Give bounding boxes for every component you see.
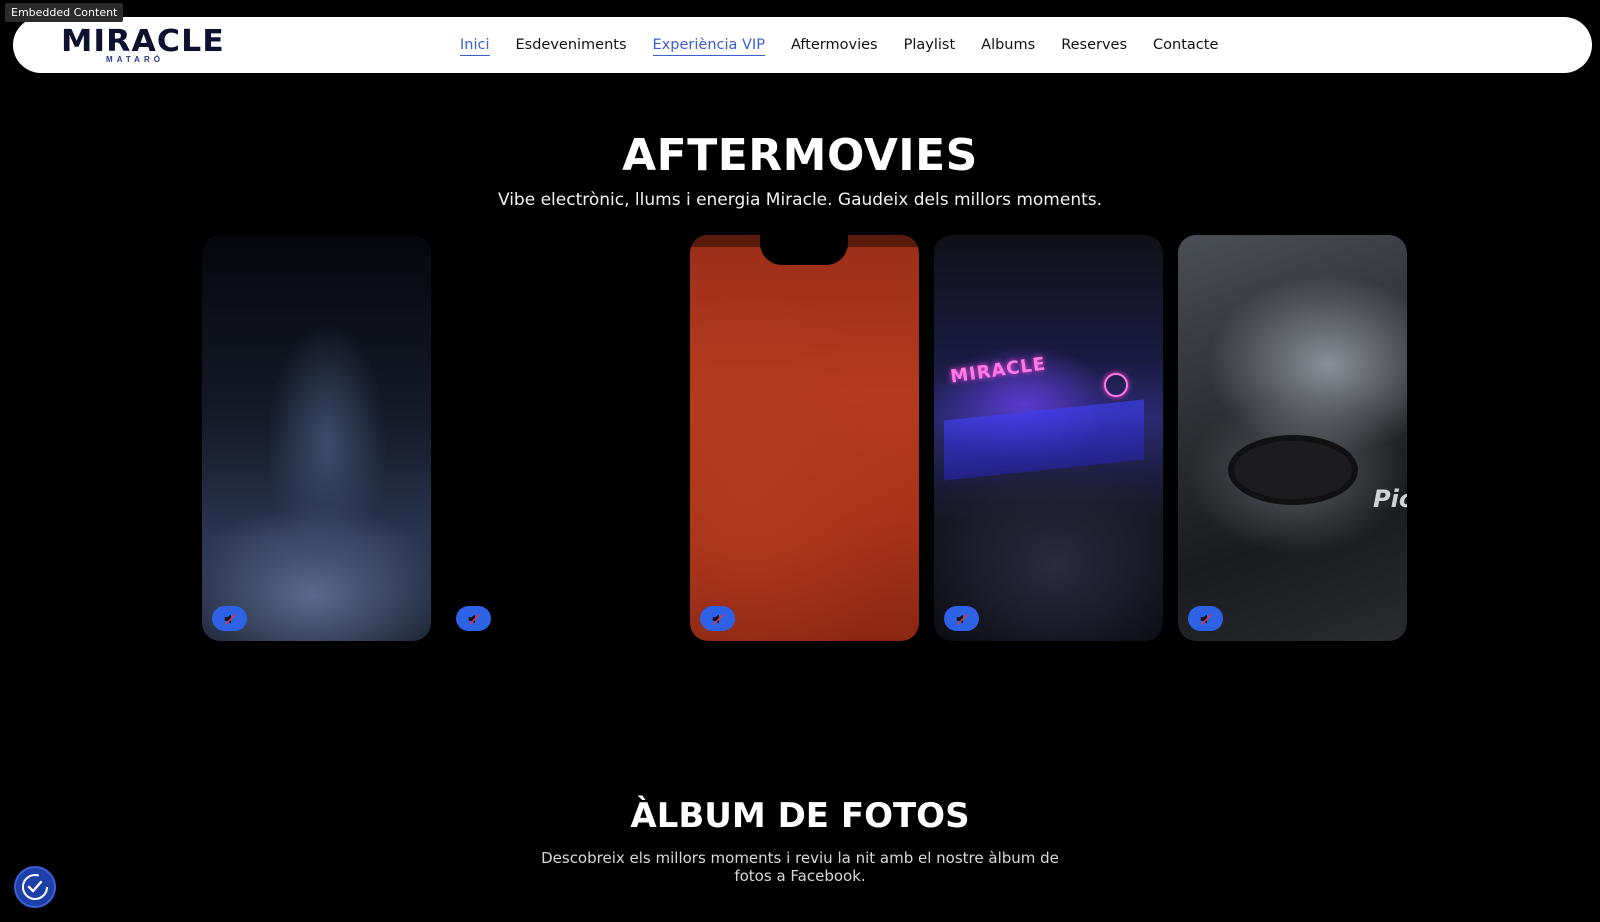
neon-logo-icon	[1104, 373, 1128, 397]
nav-item-esdeveniments: Esdeveniments	[516, 36, 627, 54]
nav-link-experiencia-vip[interactable]: Experiència VIP	[652, 37, 765, 56]
top-navbar: MIRACLE MATARÓ Inici Esdeveniments Exper…	[13, 17, 1592, 73]
album-subtitle: Descobreix els millors moments i reviu l…	[541, 849, 1059, 885]
nav-item-contacte: Contacte	[1153, 36, 1218, 54]
nav-item-inici: Inici	[460, 36, 490, 56]
aftermovie-video-3[interactable]	[690, 235, 919, 641]
nav-item-playlist: Playlist	[904, 36, 956, 54]
accessibility-button[interactable]	[14, 866, 56, 908]
mute-button[interactable]	[944, 606, 979, 631]
mute-button[interactable]	[456, 606, 491, 631]
aftermovie-video-4[interactable]: MIRACLE	[934, 235, 1163, 641]
speaker-muted-icon	[1200, 613, 1212, 625]
speaker-muted-icon	[712, 613, 724, 625]
aftermovies-subtitle: Vibe electrònic, llums i energia Miracle…	[497, 190, 1103, 210]
album-title: ÀLBUM DE FOTOS	[630, 796, 970, 836]
nav-link-contacte[interactable]: Contacte	[1153, 37, 1218, 55]
nav-link-playlist[interactable]: Playlist	[904, 37, 956, 55]
stage-lights	[944, 399, 1144, 481]
aftermovies-video-row: MIRACLE Pio	[202, 235, 1407, 641]
dj-deck	[1228, 435, 1358, 505]
nav-link-reserves[interactable]: Reserves	[1061, 37, 1127, 55]
nav-item-experiencia-vip: Experiència VIP	[652, 36, 765, 56]
logo-wordmark: MIRACLE	[61, 24, 225, 59]
mute-button[interactable]	[1188, 606, 1223, 631]
speaker-muted-icon	[468, 613, 480, 625]
aftermovie-video-1[interactable]	[202, 235, 431, 641]
nav-link-esdeveniments[interactable]: Esdeveniments	[516, 37, 627, 55]
mute-button[interactable]	[212, 606, 247, 631]
nav-item-aftermovies: Aftermovies	[791, 36, 878, 54]
nav-link-albums[interactable]: Albums	[981, 37, 1035, 55]
aftermovie-video-2[interactable]	[446, 235, 675, 641]
nav-link-inici[interactable]: Inici	[460, 37, 490, 56]
speaker-muted-icon	[224, 613, 236, 625]
embedded-content-tag: Embedded Content	[5, 3, 124, 22]
nav-item-reserves: Reserves	[1061, 36, 1127, 54]
phone-notch	[760, 235, 848, 265]
logo[interactable]: MIRACLE MATARÓ	[61, 27, 224, 65]
nav-item-albums: Albums	[981, 36, 1035, 54]
aftermovie-video-5[interactable]: Pio	[1178, 235, 1407, 641]
mute-button[interactable]	[700, 606, 735, 631]
accessibility-icon	[22, 874, 48, 900]
nav-link-aftermovies[interactable]: Aftermovies	[791, 37, 878, 55]
deck-brand-text: Pio	[1373, 485, 1407, 513]
aftermovies-title: AFTERMOVIES	[622, 130, 978, 181]
neon-sign: MIRACLE	[949, 353, 1048, 388]
speaker-muted-icon	[956, 613, 968, 625]
main-nav: Inici Esdeveniments Experiència VIP Afte…	[460, 17, 1218, 73]
